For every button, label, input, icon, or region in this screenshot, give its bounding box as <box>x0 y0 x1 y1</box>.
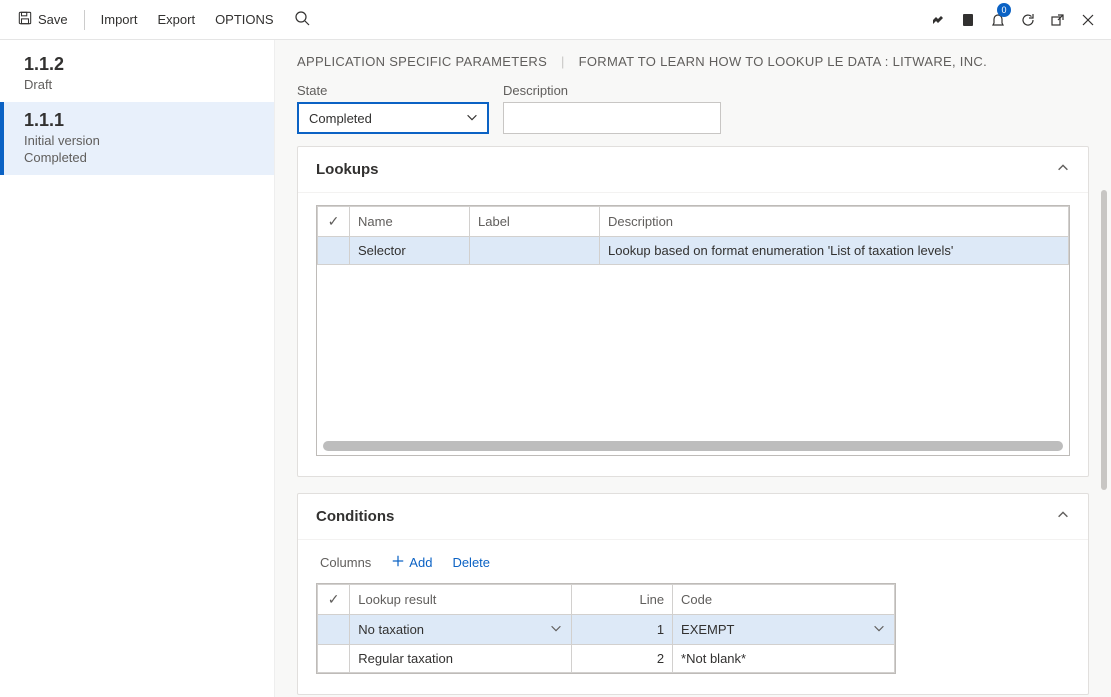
conditions-cell-line: 1 <box>572 615 673 645</box>
export-label: Export <box>157 12 195 27</box>
version-sidebar: 1.1.2 Draft 1.1.1 Initial version Comple… <box>0 40 275 697</box>
conditions-row-0[interactable]: No taxation 1 EXEMPT <box>318 615 895 645</box>
sidebar-status-label: Draft <box>24 77 254 92</box>
sidebar-desc-label: Initial version <box>24 133 254 148</box>
lookups-panel-header[interactable]: Lookups <box>298 147 1088 193</box>
sidebar-version-label: 1.1.1 <box>24 110 254 131</box>
add-button[interactable]: Add <box>391 554 432 571</box>
delete-button[interactable]: Delete <box>452 555 490 570</box>
lookups-horizontal-scrollbar[interactable] <box>323 441 1063 451</box>
import-label: Import <box>101 12 138 27</box>
lookups-cell-name: Selector <box>350 237 470 265</box>
close-button[interactable] <box>1073 5 1103 35</box>
chevron-up-icon <box>1056 508 1070 525</box>
row-checkbox[interactable] <box>318 237 350 265</box>
top-toolbar: Save Import Export OPTIONS 0 <box>0 0 1111 40</box>
search-button[interactable] <box>284 4 320 35</box>
check-column-header[interactable]: ✓ <box>318 207 350 237</box>
sidebar-item-version-1[interactable]: 1.1.1 Initial version Completed <box>0 102 274 175</box>
row-checkbox[interactable] <box>318 615 350 645</box>
popout-button[interactable] <box>1043 5 1073 35</box>
conditions-title: Conditions <box>316 508 394 525</box>
refresh-button[interactable] <box>1013 5 1043 35</box>
lookups-col-description[interactable]: Description <box>600 207 1069 237</box>
save-icon <box>18 11 32 28</box>
content-scrollbar[interactable] <box>1101 190 1107 490</box>
conditions-cell-result: Regular taxation <box>350 645 572 673</box>
check-column-header[interactable]: ✓ <box>318 585 350 615</box>
header-fields: State Completed Description <box>297 83 1089 134</box>
result-value: No taxation <box>358 622 424 637</box>
notification-badge: 0 <box>997 3 1011 17</box>
lookups-grid: ✓ Name Label Description Selector Lookup… <box>316 205 1070 456</box>
description-field: Description <box>503 83 721 134</box>
conditions-col-result[interactable]: Lookup result <box>350 585 572 615</box>
conditions-cell-result[interactable]: No taxation <box>350 615 572 645</box>
state-label: State <box>297 83 489 98</box>
conditions-cell-code: *Not blank* <box>673 645 895 673</box>
lookups-col-label[interactable]: Label <box>470 207 600 237</box>
lookups-panel-body: ✓ Name Label Description Selector Lookup… <box>298 193 1088 476</box>
sidebar-status-label: Completed <box>24 150 254 165</box>
breadcrumb-separator: | <box>561 54 565 69</box>
export-button[interactable]: Export <box>147 6 205 33</box>
search-icon <box>294 10 310 29</box>
office-icon[interactable] <box>953 5 983 35</box>
lookups-header-row: ✓ Name Label Description <box>318 207 1069 237</box>
state-field: State Completed <box>297 83 489 134</box>
plus-icon <box>391 554 405 571</box>
state-dropdown[interactable]: Completed <box>297 102 489 134</box>
chevron-down-icon[interactable] <box>872 621 886 638</box>
content-area: APPLICATION SPECIFIC PARAMETERS | FORMAT… <box>275 40 1111 697</box>
description-label: Description <box>503 83 721 98</box>
breadcrumb-left: APPLICATION SPECIFIC PARAMETERS <box>297 54 547 69</box>
toolbar-separator <box>84 10 85 30</box>
row-checkbox[interactable] <box>318 645 350 673</box>
lookups-title: Lookups <box>316 161 379 178</box>
sidebar-version-label: 1.1.2 <box>24 54 254 75</box>
breadcrumb-right: FORMAT TO LEARN HOW TO LOOKUP LE DATA : … <box>579 54 987 69</box>
chevron-up-icon <box>1056 161 1070 178</box>
lookups-cell-label <box>470 237 600 265</box>
main-area: 1.1.2 Draft 1.1.1 Initial version Comple… <box>0 40 1111 697</box>
conditions-col-code[interactable]: Code <box>673 585 895 615</box>
description-input[interactable] <box>503 102 721 134</box>
import-button[interactable]: Import <box>91 6 148 33</box>
check-icon: ✓ <box>328 213 340 229</box>
conditions-row-1[interactable]: Regular taxation 2 *Not blank* <box>318 645 895 673</box>
conditions-cell-line: 2 <box>572 645 673 673</box>
conditions-panel-body: Columns Add Delete <box>298 540 1088 694</box>
chevron-down-icon <box>465 110 479 127</box>
code-value: EXEMPT <box>681 622 734 637</box>
conditions-toolbar: Columns Add Delete <box>316 552 1070 583</box>
check-icon: ✓ <box>328 591 340 607</box>
conditions-header-row: ✓ Lookup result Line Code <box>318 585 895 615</box>
app-root: Save Import Export OPTIONS 0 <box>0 0 1111 697</box>
breadcrumb: APPLICATION SPECIFIC PARAMETERS | FORMAT… <box>297 54 1089 69</box>
conditions-cell-code[interactable]: EXEMPT <box>673 615 895 645</box>
state-value: Completed <box>309 111 372 126</box>
options-label: OPTIONS <box>215 12 274 27</box>
lookups-row-0[interactable]: Selector Lookup based on format enumerat… <box>318 237 1069 265</box>
save-label: Save <box>38 12 68 27</box>
lookups-cell-description: Lookup based on format enumeration 'List… <box>600 237 1069 265</box>
add-label: Add <box>409 555 432 570</box>
sidebar-item-version-0[interactable]: 1.1.2 Draft <box>0 46 274 102</box>
notifications-button[interactable]: 0 <box>983 5 1013 35</box>
lookups-panel: Lookups ✓ Name Label Descript <box>297 146 1089 477</box>
lookups-col-name[interactable]: Name <box>350 207 470 237</box>
conditions-col-line[interactable]: Line <box>572 585 673 615</box>
chevron-down-icon[interactable] <box>549 621 563 638</box>
conditions-panel-header[interactable]: Conditions <box>298 494 1088 540</box>
save-button[interactable]: Save <box>8 5 78 34</box>
conditions-panel: Conditions Columns Add De <box>297 493 1089 695</box>
lookups-grid-empty-area <box>317 265 1069 435</box>
columns-button[interactable]: Columns <box>320 555 371 570</box>
connector-icon[interactable] <box>923 5 953 35</box>
options-button[interactable]: OPTIONS <box>205 6 284 33</box>
conditions-grid: ✓ Lookup result Line Code No taxation <box>316 583 896 674</box>
